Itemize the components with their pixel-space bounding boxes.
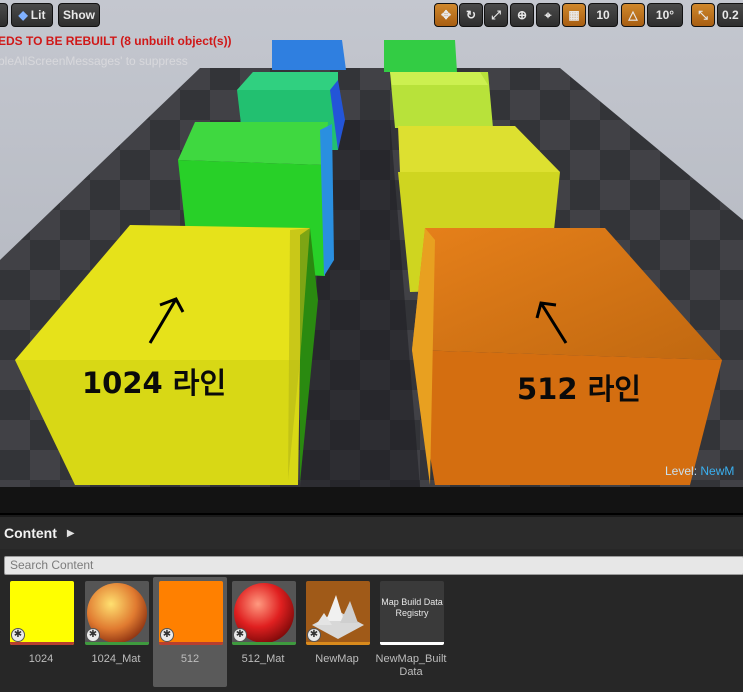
lit-view-mode-button[interactable]: ◆ Lit xyxy=(11,3,53,27)
content-browser-header: Content ▶ xyxy=(0,517,743,549)
cube-back-right[interactable] xyxy=(384,40,457,72)
asset-grid: ✱ 1024 ✱ 1024_Mat ✱ 512 ✱ 512_Mat ✱ NewM… xyxy=(0,577,743,692)
scale-snap-icon: ⤡ xyxy=(698,7,708,22)
texture-thumbnail: ✱ xyxy=(10,581,74,645)
material-thumbnail: ✱ xyxy=(85,581,149,645)
rotate-tool-button[interactable]: ↻ xyxy=(459,3,483,27)
show-label: Show xyxy=(63,8,95,22)
map-thumbnail: ✱ xyxy=(306,581,370,645)
asset-tile-1024[interactable]: ✱ 1024 xyxy=(4,577,78,687)
content-title[interactable]: Content xyxy=(4,525,57,541)
registry-thumbnail: Map Build Data Registry xyxy=(380,581,444,645)
asset-badge-icon: ✱ xyxy=(160,628,174,642)
content-browser: Content ▶ Search Content ✱ 1024 ✱ 1024_M… xyxy=(0,517,743,692)
grid-snap-toggle[interactable]: ▦ xyxy=(562,3,586,27)
asset-badge-icon: ✱ xyxy=(307,628,321,642)
asset-label: 512_Mat xyxy=(241,653,285,665)
registry-thumb-text: Map Build Data Registry xyxy=(381,597,443,618)
asset-label: 1024_Mat xyxy=(91,653,141,665)
viewport-options-button[interactable] xyxy=(0,3,8,27)
panel-divider[interactable] xyxy=(0,487,743,515)
search-placeholder: Search Content xyxy=(10,558,94,572)
cube-back-left[interactable] xyxy=(272,40,346,70)
asset-badge-icon: ✱ xyxy=(86,628,100,642)
grid-snap-value[interactable]: 10 xyxy=(588,3,618,27)
angle-icon: △ xyxy=(628,8,638,22)
viewport-scene xyxy=(0,0,743,487)
scale-snap-label: 0.2 xyxy=(722,8,739,22)
move-icon: ✥ xyxy=(440,8,452,22)
cube-view-icon: ◆ xyxy=(18,8,28,22)
suppress-hint: bleAllScreenMessages' to suppress xyxy=(0,54,188,68)
asset-label: NewMap xyxy=(315,653,359,665)
asset-label: NewMap_Built Data xyxy=(375,653,447,678)
world-local-button[interactable]: ⊕ xyxy=(510,3,534,27)
rotate-icon: ↻ xyxy=(465,8,477,22)
lighting-rebuild-warning: EDS TO BE REBUILT (8 unbuilt object(s)) xyxy=(0,34,232,48)
asset-tile-1024-mat[interactable]: ✱ 1024_Mat xyxy=(79,577,153,687)
level-indicator: Level: NewM xyxy=(665,464,734,478)
material-thumbnail: ✱ xyxy=(232,581,296,645)
surface-snap-icon: ⌖ xyxy=(544,7,552,22)
grid-icon: ▦ xyxy=(568,8,580,22)
scale-tool-button[interactable]: ⤢ xyxy=(484,3,508,27)
surface-snap-button[interactable]: ⌖ xyxy=(536,3,560,27)
texture-thumbnail: ✱ xyxy=(159,581,223,645)
asset-tile-512-mat[interactable]: ✱ 512_Mat xyxy=(226,577,300,687)
translate-tool-button[interactable]: ✥ xyxy=(434,3,458,27)
chevron-right-icon[interactable]: ▶ xyxy=(67,528,75,539)
asset-badge-icon: ✱ xyxy=(11,628,25,642)
scale-snap-toggle[interactable]: ⤡ xyxy=(691,3,715,27)
rotation-snap-toggle[interactable]: △ xyxy=(621,3,645,27)
level-viewport[interactable]: ◆ Lit Show ✥ ↻ ⤢ ⊕ ⌖ ▦ 10 △ 10° ⤡ 0.2 ED… xyxy=(0,0,743,487)
grid-snap-label: 10 xyxy=(596,8,610,22)
rotation-snap-value[interactable]: 10° xyxy=(647,3,683,27)
asset-tile-newmap-builtdata[interactable]: Map Build Data Registry NewMap_Built Dat… xyxy=(374,577,448,687)
rotation-snap-label: 10° xyxy=(655,8,675,22)
search-content-input[interactable]: Search Content xyxy=(4,556,743,575)
annotation-1024-line: 1024 라인 xyxy=(82,366,227,400)
show-button[interactable]: Show xyxy=(58,3,100,27)
asset-tile-512[interactable]: ✱ 512 xyxy=(153,577,227,687)
globe-icon: ⊕ xyxy=(516,8,528,22)
level-name: NewM xyxy=(700,464,735,478)
asset-tile-newmap[interactable]: ✱ NewMap xyxy=(300,577,374,687)
asset-badge-icon: ✱ xyxy=(233,628,247,642)
annotation-512-line: 512 라인 xyxy=(517,372,641,406)
lit-label: Lit xyxy=(30,8,46,22)
level-label: Level: xyxy=(665,464,698,478)
asset-label: 1024 xyxy=(28,653,54,665)
scale-icon: ⤢ xyxy=(491,7,501,22)
scale-snap-value[interactable]: 0.2 xyxy=(717,3,743,27)
asset-label: 512 xyxy=(180,653,200,665)
